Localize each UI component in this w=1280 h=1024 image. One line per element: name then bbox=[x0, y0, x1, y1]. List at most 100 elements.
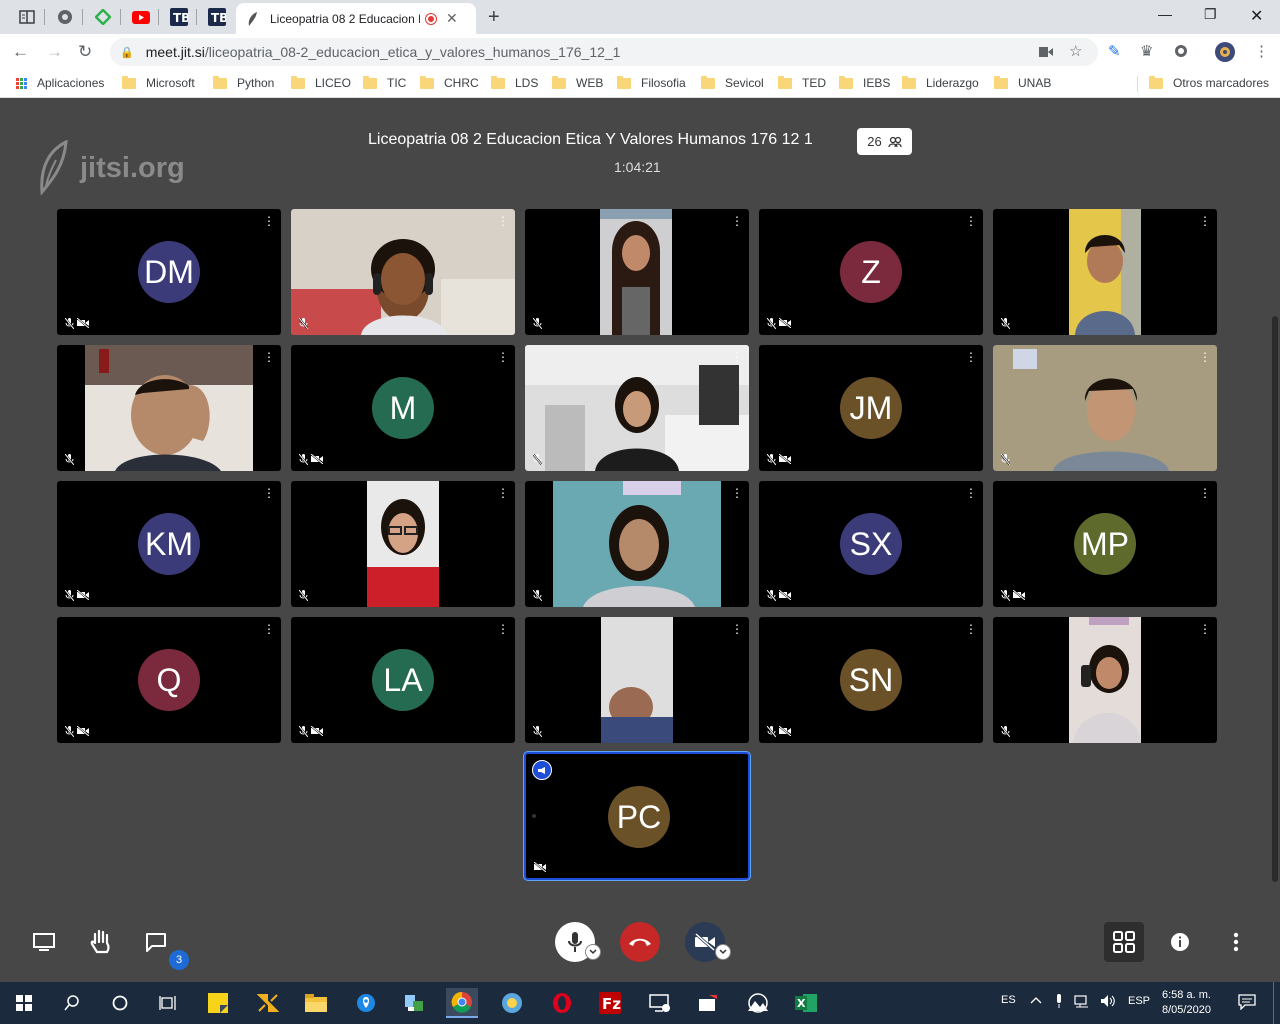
participant-tile[interactable]: SN ⋮ bbox=[759, 617, 983, 743]
new-tab-button[interactable]: + bbox=[488, 6, 500, 29]
bookmark-folder[interactable]: CHRC bbox=[420, 75, 479, 90]
tile-menu-icon[interactable]: ⋮ bbox=[731, 215, 743, 227]
participant-tile[interactable]: ⋮ bbox=[525, 481, 749, 607]
address-bar[interactable]: 🔒 meet.jit.si/liceopatria_08-2_educacion… bbox=[110, 38, 1098, 66]
tile-menu-icon[interactable]: ⋮ bbox=[497, 351, 509, 363]
participant-tile[interactable]: Q ⋮ bbox=[57, 617, 281, 743]
cortana-button[interactable] bbox=[104, 988, 136, 1018]
extension-circle-icon[interactable] bbox=[1174, 44, 1188, 62]
tile-menu-icon[interactable]: ⋮ bbox=[965, 351, 977, 363]
bookmark-folder[interactable]: TIC bbox=[363, 75, 406, 90]
tile-menu-icon[interactable]: ⋮ bbox=[965, 487, 977, 499]
participant-tile[interactable]: ⋮ bbox=[993, 617, 1217, 743]
participant-tile[interactable]: M ⋮ bbox=[291, 345, 515, 471]
tile-menu-icon[interactable]: ⋮ bbox=[731, 351, 743, 363]
tray-chevron-icon[interactable] bbox=[1030, 995, 1042, 1007]
profile-avatar[interactable] bbox=[1214, 41, 1236, 67]
hangup-button[interactable] bbox=[620, 922, 660, 962]
tile-menu-icon[interactable]: ⋮ bbox=[263, 487, 275, 499]
photos-icon[interactable] bbox=[742, 988, 774, 1018]
bookmark-folder[interactable]: TED bbox=[778, 75, 826, 90]
tile-menu-icon[interactable]: ⋮ bbox=[1199, 351, 1211, 363]
maps-icon[interactable] bbox=[350, 988, 382, 1018]
more-actions-button[interactable] bbox=[1226, 930, 1246, 954]
raise-hand-button[interactable] bbox=[88, 928, 114, 956]
tb-icon[interactable]: TB bbox=[167, 6, 191, 28]
participant-tile[interactable]: ⋮ bbox=[993, 209, 1217, 335]
camera-permission-icon[interactable] bbox=[1039, 44, 1053, 61]
tile-menu-icon[interactable]: ⋮ bbox=[731, 487, 743, 499]
bookmark-apps[interactable]: Aplicaciones bbox=[16, 76, 104, 90]
bookmark-folder[interactable]: Python bbox=[213, 75, 274, 90]
bookmark-other[interactable]: Otros marcadores bbox=[1149, 75, 1269, 90]
file-explorer-icon[interactable] bbox=[300, 988, 332, 1018]
participant-count-button[interactable]: 26 bbox=[857, 128, 912, 155]
tile-menu-icon[interactable]: ⋮ bbox=[497, 487, 509, 499]
tile-menu-icon[interactable]: ⋮ bbox=[965, 215, 977, 227]
tile-menu-icon[interactable]: ⋮ bbox=[497, 215, 509, 227]
back-button[interactable]: ← bbox=[12, 42, 29, 62]
audio-settings-button[interactable] bbox=[585, 944, 601, 960]
bookmark-folder[interactable]: LDS bbox=[491, 75, 538, 90]
excel-icon[interactable]: X bbox=[790, 988, 822, 1018]
chat-button[interactable] bbox=[144, 930, 168, 954]
app-arrows-icon[interactable] bbox=[252, 988, 284, 1018]
system-clock[interactable]: 6:58 a. m. 8/05/2020 bbox=[1162, 988, 1211, 1018]
participant-tile[interactable]: ⋮ bbox=[525, 345, 749, 471]
participant-tile[interactable]: Z ⋮ bbox=[759, 209, 983, 335]
action-center-icon[interactable] bbox=[1238, 994, 1256, 1013]
participant-tile[interactable]: LA ⋮ bbox=[291, 617, 515, 743]
tile-menu-icon[interactable]: ⋮ bbox=[263, 623, 275, 635]
task-view-button[interactable] bbox=[152, 988, 184, 1018]
active-tab[interactable]: Liceopatria 08 2 Educacion E ✕ bbox=[236, 3, 476, 34]
tile-menu-icon[interactable]: ⋮ bbox=[731, 623, 743, 635]
bookmark-folder[interactable]: IEBS bbox=[839, 75, 890, 90]
participant-tile[interactable]: ⋮ bbox=[525, 617, 749, 743]
participant-tile[interactable]: ⋮ bbox=[291, 481, 515, 607]
chrome-menu-icon[interactable]: ⋮ bbox=[1254, 42, 1269, 60]
tile-menu-icon[interactable]: ⋮ bbox=[497, 623, 509, 635]
participant-tile[interactable]: ⋮ bbox=[291, 209, 515, 335]
tile-menu-icon[interactable]: ⋮ bbox=[1199, 215, 1211, 227]
tile-menu-icon[interactable]: ⋮ bbox=[263, 215, 275, 227]
bookmark-star-icon[interactable]: ☆ bbox=[1069, 42, 1082, 60]
participant-tile[interactable]: ⋮ bbox=[993, 345, 1217, 471]
tile-menu-icon[interactable]: ⋮ bbox=[1199, 487, 1211, 499]
extension-crown-icon[interactable]: ♛ bbox=[1140, 42, 1153, 60]
participant-tile[interactable]: ⋮ bbox=[525, 209, 749, 335]
reader-icon[interactable] bbox=[15, 6, 39, 28]
bookmark-folder[interactable]: Filosofia bbox=[617, 75, 686, 90]
tile-scrollbar[interactable] bbox=[1272, 316, 1278, 882]
participant-tile[interactable]: DM ⋮ bbox=[57, 209, 281, 335]
bookmark-folder[interactable]: WEB bbox=[552, 75, 603, 90]
network-app-icon[interactable] bbox=[398, 988, 430, 1018]
search-button[interactable] bbox=[56, 988, 88, 1018]
start-button[interactable] bbox=[8, 988, 40, 1018]
tile-menu-icon[interactable]: ⋮ bbox=[263, 351, 275, 363]
participant-tile[interactable]: ⋮ bbox=[57, 345, 281, 471]
volume-icon[interactable] bbox=[1100, 994, 1116, 1011]
jitsi-watermark[interactable]: jitsi.org bbox=[36, 140, 185, 196]
network-icon[interactable] bbox=[1074, 994, 1090, 1011]
participant-tile[interactable]: SX ⋮ bbox=[759, 481, 983, 607]
bookmark-folder[interactable]: UNAB bbox=[994, 75, 1051, 90]
opera-icon[interactable] bbox=[546, 988, 578, 1018]
minimize-button[interactable]: — bbox=[1158, 6, 1172, 22]
local-video-tile[interactable]: PC bbox=[524, 752, 750, 880]
feedly-icon[interactable] bbox=[91, 6, 115, 28]
youtube-icon[interactable] bbox=[129, 6, 153, 28]
participant-tile[interactable]: KM ⋮ bbox=[57, 481, 281, 607]
bookmark-folder[interactable]: LICEO bbox=[291, 75, 351, 90]
participant-tile[interactable]: JM ⋮ bbox=[759, 345, 983, 471]
input-lang-short[interactable]: ES bbox=[1001, 994, 1016, 1006]
close-tab-icon[interactable]: ✕ bbox=[446, 10, 458, 27]
video-settings-button[interactable] bbox=[715, 944, 731, 960]
snip-tool-icon[interactable] bbox=[692, 988, 724, 1018]
input-lang[interactable]: ESP bbox=[1128, 995, 1150, 1007]
tray-microphone-icon[interactable] bbox=[1055, 994, 1063, 1011]
close-window-button[interactable]: ✕ bbox=[1250, 6, 1263, 26]
restore-button[interactable]: ❐ bbox=[1204, 6, 1217, 23]
forward-button[interactable]: → bbox=[46, 42, 63, 62]
chrome-taskbar-icon[interactable] bbox=[446, 988, 478, 1018]
tile-view-button[interactable] bbox=[1104, 922, 1144, 962]
